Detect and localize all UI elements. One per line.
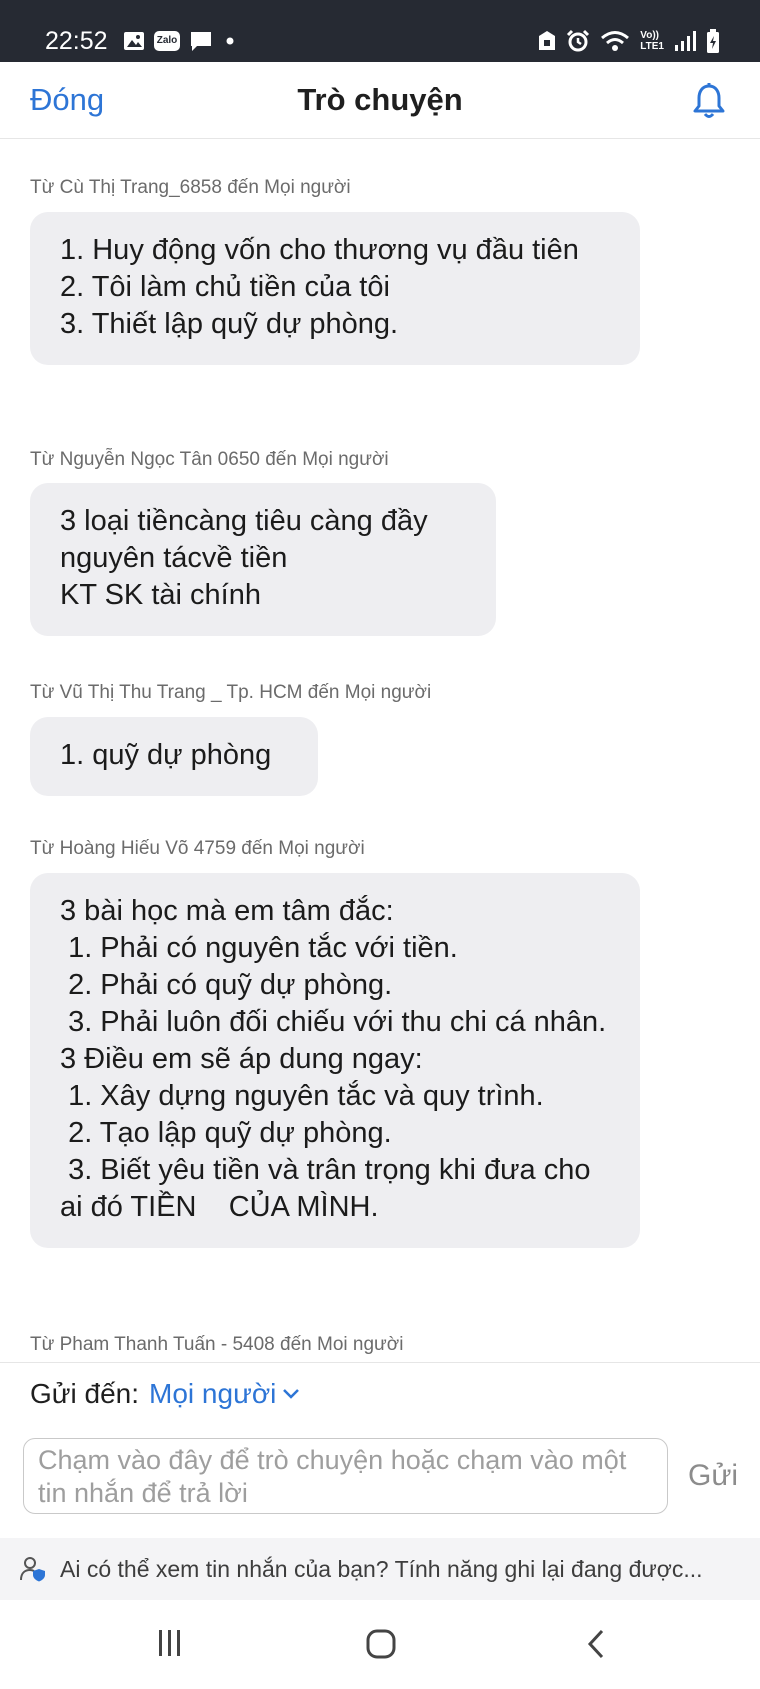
close-button[interactable]: Đóng bbox=[30, 82, 104, 118]
message-sender: Từ Pham Thanh Tuấn - 5408 đến Moi người bbox=[30, 1334, 404, 1355]
message-bubble[interactable]: 1. quỹ dự phòng bbox=[30, 717, 318, 796]
volte-bottom-label: LTE1 bbox=[640, 41, 664, 52]
zalo-icon: Zalo bbox=[154, 31, 180, 51]
recipient-dropdown[interactable]: Mọi người bbox=[149, 1378, 300, 1410]
lock-icon bbox=[539, 31, 556, 50]
volte-top-label: Vo)) bbox=[640, 30, 659, 41]
home-icon[interactable] bbox=[365, 1628, 397, 1660]
back-icon[interactable] bbox=[585, 1628, 607, 1660]
image-icon bbox=[124, 32, 144, 50]
message-icon bbox=[191, 32, 211, 51]
compose-divider bbox=[0, 1362, 760, 1363]
send-to-label: Gửi đến: bbox=[30, 1378, 140, 1409]
signal-icon bbox=[675, 31, 696, 51]
system-nav-bar bbox=[0, 1600, 760, 1689]
message-input[interactable]: Chạm vào đây để trò chuyện hoặc chạm vào… bbox=[23, 1438, 668, 1514]
message-bubble[interactable]: 1. Huy động vốn cho thương vụ đầu tiên 2… bbox=[30, 212, 640, 365]
message-bubble[interactable]: 3 bài học mà em tâm đắc: 1. Phải có nguy… bbox=[30, 873, 640, 1248]
dot-icon bbox=[226, 37, 234, 45]
message-bubble[interactable]: 3 loại tiềncàng tiêu càng đầy nguyên tác… bbox=[30, 483, 496, 636]
message-sender: Từ Hoàng Hiếu Võ 4759 đến Mọi người bbox=[30, 838, 365, 859]
chevron-down-icon bbox=[283, 1389, 300, 1399]
bell-icon[interactable] bbox=[692, 82, 726, 120]
chat-header: Đóng Trò chuyện bbox=[0, 62, 760, 139]
user-shield-icon bbox=[20, 1557, 45, 1582]
alarm-icon bbox=[567, 29, 590, 52]
message-sender: Từ Cù Thị Trang_6858 đến Mọi người bbox=[30, 177, 351, 198]
recipient-value: Mọi người bbox=[149, 1378, 277, 1409]
status-time: 22:52 bbox=[45, 27, 108, 55]
send-button[interactable]: Gửi bbox=[688, 1459, 738, 1493]
system-icons: Vo)) LTE1 bbox=[538, 26, 720, 56]
status-bar: 22:52 Zalo Vo)) LTE1 bbox=[0, 0, 760, 62]
message-sender: Từ Nguyễn Ngọc Tân 0650 đến Mọi người bbox=[30, 449, 389, 470]
message-sender: Từ Vũ Thị Thu Trang _ Tp. HCM đến Mọi ng… bbox=[30, 682, 432, 703]
recents-icon[interactable] bbox=[156, 1628, 184, 1658]
wifi-icon bbox=[601, 31, 630, 51]
privacy-notice-text: Ai có thể xem tin nhắn của bạn? Tính năn… bbox=[60, 1555, 703, 1582]
chat-message-list[interactable]: Từ Cù Thị Trang_6858 đến Mọi người 1. Hu… bbox=[0, 139, 760, 1359]
volte-icon: Vo)) LTE1 bbox=[640, 30, 664, 52]
notification-icons: Zalo bbox=[123, 26, 234, 56]
battery-icon bbox=[707, 29, 719, 53]
privacy-notice-bar[interactable]: Ai có thể xem tin nhắn của bạn? Tính năn… bbox=[0, 1538, 760, 1600]
send-to-row: Gửi đến: Mọi người bbox=[30, 1378, 300, 1410]
page-title: Trò chuyện bbox=[297, 82, 463, 117]
